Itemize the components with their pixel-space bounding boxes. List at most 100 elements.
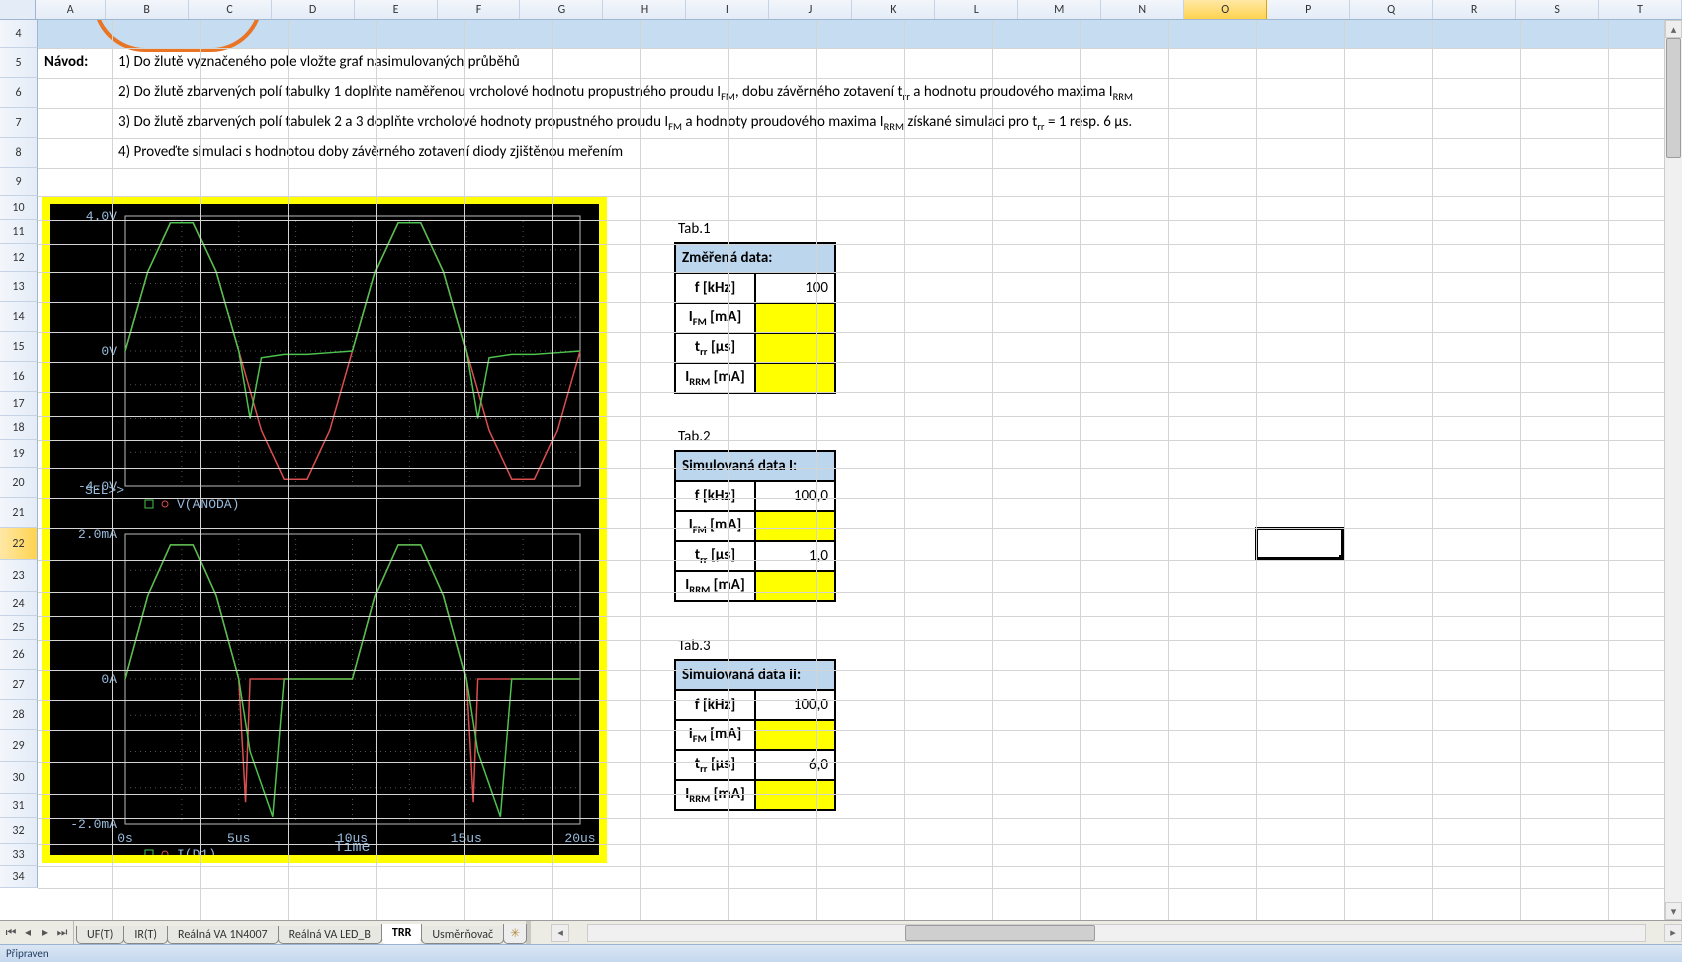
table-row-value[interactable] [755, 571, 835, 601]
hscroll-left-button[interactable]: ◂ [551, 924, 569, 942]
tab-nav-next[interactable]: ▸ [38, 925, 52, 941]
tab1-caption: Tab.1 [678, 220, 711, 238]
table-row-label: f [kHz] [675, 481, 755, 511]
row-header-23[interactable]: 23 [0, 560, 38, 592]
table-1[interactable]: Změřená data:f [kHz]100IFM [mA]trr [μs]I… [674, 242, 836, 394]
row-header-33[interactable]: 33 [0, 844, 38, 866]
row-header-34[interactable]: 34 [0, 866, 38, 888]
table-row-value[interactable]: 100,0 [755, 690, 835, 720]
scroll-down-button[interactable]: ▾ [1665, 902, 1682, 920]
gridline-row [38, 362, 1682, 363]
sheet-tab-Reálná-VA-1N4007[interactable]: Reálná VA 1N4007 [167, 926, 279, 944]
sheet-tab-TRR[interactable]: TRR [381, 924, 422, 944]
row-header-4[interactable]: 4 [0, 20, 38, 48]
tab-nav-last[interactable]: ⏭ [55, 925, 69, 941]
hscroll-track[interactable] [587, 924, 1646, 942]
col-header-I[interactable]: I [686, 0, 769, 19]
table-row-value[interactable] [755, 720, 835, 750]
row-header-13[interactable]: 13 [0, 272, 38, 302]
gridline-col [992, 20, 993, 920]
table-2[interactable]: Simulovaná data I:f [kHz]100,0IFM [mA]tr… [674, 450, 836, 602]
col-header-B[interactable]: B [106, 0, 189, 19]
sheet-tab-Usměrňovač[interactable]: Usměrňovač [421, 926, 504, 944]
row-header-9[interactable]: 9 [0, 168, 38, 196]
col-header-R[interactable]: R [1433, 0, 1516, 19]
row-header-24[interactable]: 24 [0, 592, 38, 616]
insert-sheet-tab[interactable]: ✳ [503, 924, 527, 944]
col-header-G[interactable]: G [520, 0, 603, 19]
col-header-T[interactable]: T [1599, 0, 1682, 19]
col-header-K[interactable]: K [852, 0, 935, 19]
table-row-value[interactable] [755, 511, 835, 541]
row-header-8[interactable]: 8 [0, 138, 38, 168]
gridline-col [464, 20, 465, 920]
row-header-14[interactable]: 14 [0, 302, 38, 332]
tab-nav-first[interactable]: ⏮ [4, 925, 18, 941]
row-header-31[interactable]: 31 [0, 794, 38, 818]
col-header-H[interactable]: H [603, 0, 686, 19]
table-row-value[interactable] [755, 780, 835, 810]
table-row-value[interactable]: 6,0 [755, 750, 835, 780]
row-header-12[interactable]: 12 [0, 244, 38, 272]
select-all-corner[interactable] [0, 0, 36, 19]
gridline-row [38, 48, 1682, 49]
row-header-20[interactable]: 20 [0, 468, 38, 498]
gridline-row [38, 108, 1682, 109]
col-header-F[interactable]: F [438, 0, 521, 19]
tab-nav-prev[interactable]: ◂ [21, 925, 35, 941]
row-header-32[interactable]: 32 [0, 818, 38, 844]
col-header-L[interactable]: L [935, 0, 1018, 19]
svg-text:0V: 0V [101, 344, 117, 359]
hscroll-right-button[interactable]: ▸ [1664, 924, 1682, 942]
table-row-value[interactable]: 1,0 [755, 541, 835, 571]
row-header-6[interactable]: 6 [0, 78, 38, 108]
col-header-J[interactable]: J [769, 0, 852, 19]
table-row-value[interactable] [755, 303, 835, 333]
table-row-value[interactable]: 100,0 [755, 481, 835, 511]
row-header-17[interactable]: 17 [0, 392, 38, 416]
row-header-11[interactable]: 11 [0, 220, 38, 244]
tab2-caption: Tab.2 [678, 428, 711, 446]
row-header-16[interactable]: 16 [0, 362, 38, 392]
col-header-D[interactable]: D [272, 0, 355, 19]
worksheet-grid[interactable]: Návod: 1) Do žlutě vyznačeného pole vlož… [38, 20, 1682, 920]
row-header-22[interactable]: 22 [0, 528, 38, 560]
row-header-5[interactable]: 5 [0, 48, 38, 78]
col-header-E[interactable]: E [355, 0, 438, 19]
col-header-A[interactable]: A [36, 0, 106, 19]
vscroll-thumb[interactable] [1666, 38, 1681, 158]
gridline-row [38, 272, 1682, 273]
row-header-18[interactable]: 18 [0, 416, 38, 440]
col-header-O[interactable]: O [1184, 0, 1267, 19]
row-header-19[interactable]: 19 [0, 440, 38, 468]
row-header-27[interactable]: 27 [0, 670, 38, 700]
row4-fill [38, 20, 1682, 48]
col-header-S[interactable]: S [1516, 0, 1599, 19]
col-header-P[interactable]: P [1267, 0, 1350, 19]
table-row-value[interactable] [755, 333, 835, 363]
sheet-tab-Reálná-VA-LED_B[interactable]: Reálná VA LED_B [278, 926, 382, 944]
row-header-25[interactable]: 25 [0, 616, 38, 640]
row-header-10[interactable]: 10 [0, 196, 38, 220]
gridline-row [38, 528, 1682, 529]
vertical-scrollbar[interactable]: ▴ ▾ [1664, 20, 1682, 920]
table-row-value[interactable] [755, 363, 835, 393]
row-header-7[interactable]: 7 [0, 108, 38, 138]
col-header-C[interactable]: C [189, 0, 272, 19]
row-header-30[interactable]: 30 [0, 762, 38, 794]
scroll-up-button[interactable]: ▴ [1665, 20, 1682, 38]
col-header-M[interactable]: M [1018, 0, 1101, 19]
row-header-28[interactable]: 28 [0, 700, 38, 730]
sheet-tab-UF(T)[interactable]: UF(T) [76, 926, 124, 944]
col-header-Q[interactable]: Q [1350, 0, 1433, 19]
row-header-15[interactable]: 15 [0, 332, 38, 362]
row-header-29[interactable]: 29 [0, 730, 38, 762]
instruction-line1: 1) Do žlutě vyznačeného pole vložte graf… [118, 53, 520, 71]
col-header-N[interactable]: N [1101, 0, 1184, 19]
sheet-tab-IR(T)[interactable]: IR(T) [123, 926, 168, 944]
row-header-26[interactable]: 26 [0, 640, 38, 670]
table-row-value[interactable]: 100 [755, 273, 835, 303]
table-3[interactable]: Simulovaná data II:f [kHz]100,0IFM [mA]t… [674, 659, 836, 811]
hscroll-thumb[interactable] [905, 925, 1095, 941]
row-header-21[interactable]: 21 [0, 498, 38, 528]
